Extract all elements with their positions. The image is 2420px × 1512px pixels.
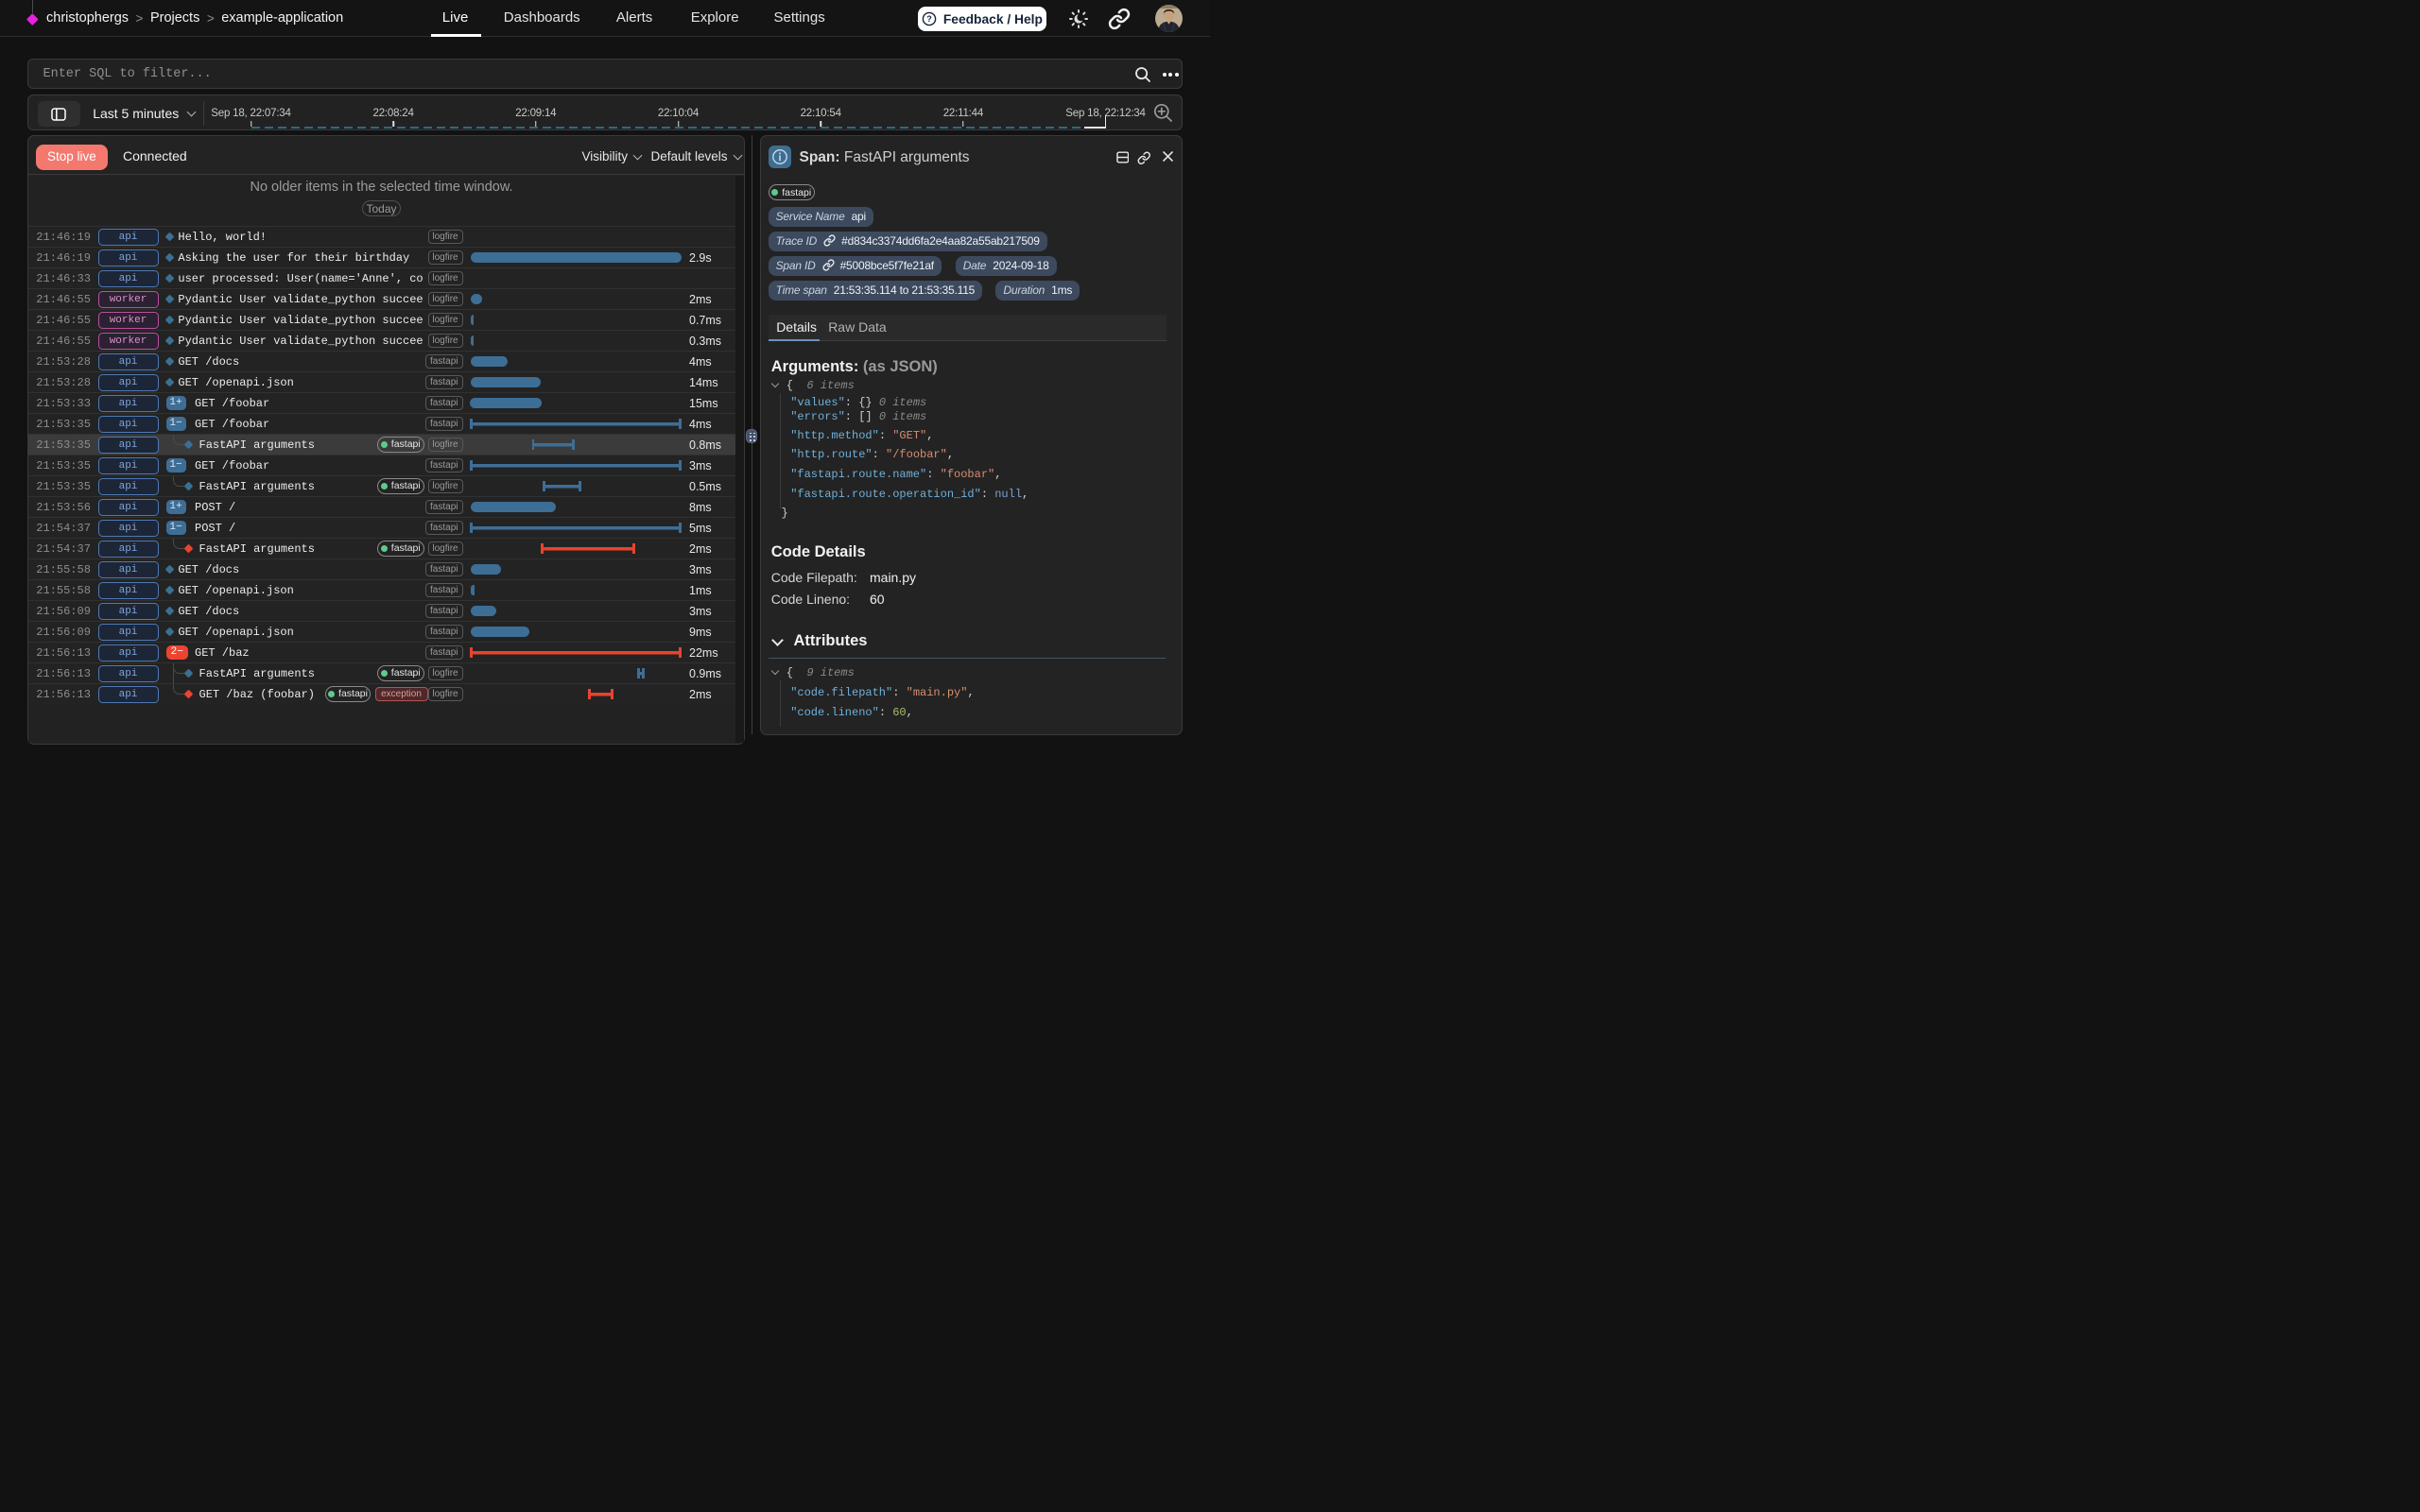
- svg-text:?: ?: [926, 15, 932, 25]
